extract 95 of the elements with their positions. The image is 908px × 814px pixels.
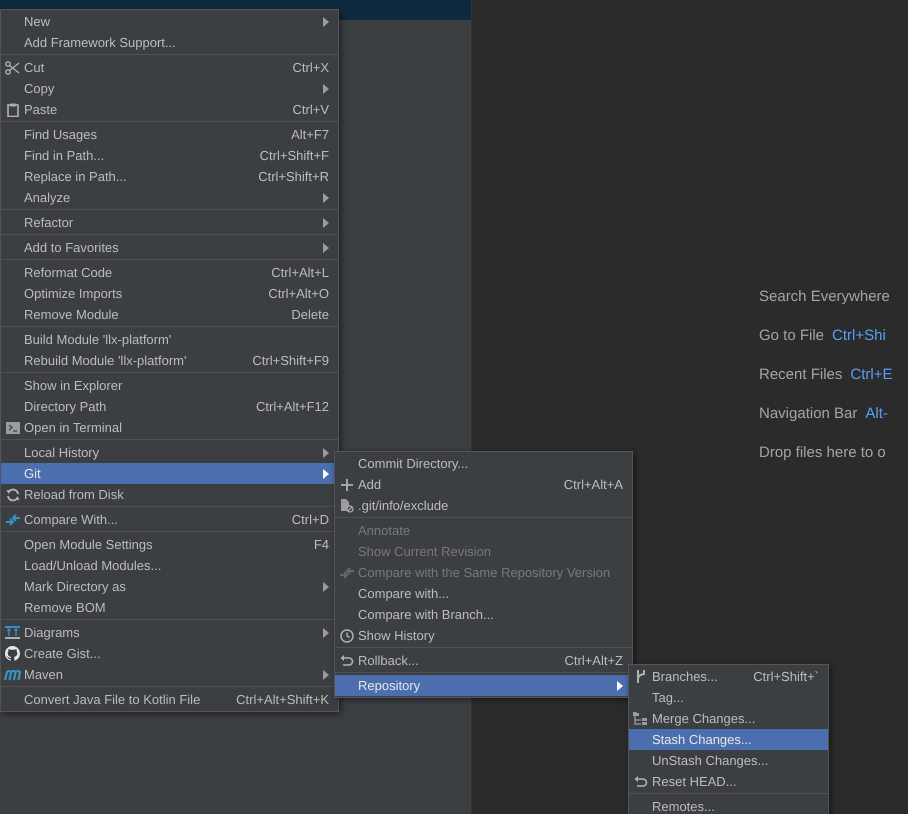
submenu-arrow-icon [323,670,329,680]
menu-item[interactable]: Reset HEAD... [629,771,828,792]
shortcut-text: Delete [291,306,329,324]
shortcut-text: Ctrl+Shift+F9 [252,352,329,370]
shortcut-text: Ctrl+Alt+Z [564,652,623,670]
menu-item[interactable]: Replace in Path... Ctrl+Shift+R [1,166,338,187]
hint-shortcut: Ctrl+E [850,365,892,385]
menu-item[interactable]: Branches... Ctrl+Shift+` [629,666,828,687]
shortcut-text: Ctrl+Shift+R [258,168,329,186]
shortcut-text: Alt+F7 [291,126,329,144]
branch-icon [634,669,646,684]
menu-item[interactable]: Show in Explorer [1,375,338,396]
menu-item[interactable]: Remove BOM [1,597,338,618]
submenu-arrow-icon [617,680,623,690]
menu-item[interactable]: Load/Unload Modules... [1,555,338,576]
menu-item[interactable]: New [1,11,338,32]
shortcut-text: Ctrl+V [292,100,329,119]
menu-item[interactable]: .git/info/exclude [335,495,632,516]
shortcut-text: Ctrl+X [292,58,329,77]
diagram-icon [5,626,20,639]
menu-item[interactable]: Build Module 'llx-platform' [1,329,338,350]
shortcut-text: Ctrl+Alt+L [271,264,329,282]
submenu-arrow-icon [323,582,329,592]
scissors-icon [5,60,20,74]
folder-tree-icon [633,712,648,726]
menu-item[interactable]: Find in Path... Ctrl+Shift+F [1,145,338,166]
compare-arrows-icon [338,566,354,580]
menu-item[interactable]: Tag... [629,687,828,708]
menu-item[interactable]: Reformat Code Ctrl+Alt+L [1,262,338,283]
shortcut-text: Ctrl+Alt+F12 [256,398,329,416]
hint-text: Navigation Bar [759,404,858,424]
menu-item[interactable]: Paste Ctrl+V [1,99,338,120]
menu-item[interactable]: Diagrams [1,622,338,643]
github-cat-icon [5,646,20,661]
menu-item[interactable]: Local History [1,442,338,463]
shortcut-text: Ctrl+Alt+O [268,284,329,303]
menu-item[interactable]: Copy [1,78,338,99]
hint-shortcut: Ctrl+Shi [832,326,886,346]
menu-item[interactable]: Create Gist... [1,643,338,664]
clipboard-icon [6,102,18,116]
terminal-icon [6,422,20,434]
clock-icon [340,628,354,642]
menu-item[interactable]: Compare with... [335,583,632,604]
hint-text: Recent Files [759,365,842,385]
shortcut-text: Ctrl+Alt+A [564,476,623,494]
menu-item[interactable]: Rollback... Ctrl+Alt+Z [335,650,632,671]
undo-arrow-icon [634,775,648,788]
menu-item[interactable]: Rebuild Module 'llx-platform' Ctrl+Shift+F9 [1,350,338,371]
menu-item[interactable]: Show History [335,625,632,646]
menu-item[interactable]: Stash Changes... [629,729,828,750]
menu-item[interactable]: Remotes... [629,796,828,814]
submenu-arrow-icon [323,84,329,94]
menu-item[interactable]: Open Module Settings F4 [1,534,338,555]
hint-text: Search Everywhere [759,287,890,307]
menu-item[interactable]: Merge Changes... [629,708,828,729]
menu-item[interactable]: Add Ctrl+Alt+A [335,474,632,495]
menu-item[interactable]: Add to Favorites [1,237,338,258]
submenu-arrow-icon [323,192,329,202]
menu-item[interactable]: Open in Terminal [1,417,338,438]
menu-item[interactable]: Convert Java File to Kotlin File Ctrl+Alt+Shift+K [1,689,338,710]
menu-item[interactable]: UnStash Changes... [629,750,828,771]
menu-item[interactable]: Mark Directory as [1,576,338,597]
hint-text: Go to File [759,326,824,346]
menu-item[interactable]: Commit Directory... [335,453,632,474]
compare-arrows-icon [4,512,20,526]
hint-shortcut: Alt- [865,404,888,424]
plus-icon [340,478,352,490]
menu-item[interactable]: Find Usages Alt+F7 [1,124,338,145]
submenu-arrow-icon [323,242,329,252]
menu-item[interactable]: Maven [1,664,338,685]
shortcut-text: Ctrl+Shift+F [260,146,329,165]
shortcut-text: Ctrl+Alt+Shift+K [236,690,329,709]
menu-item[interactable]: Compare with Branch... [335,604,632,625]
shortcut-text: F4 [314,536,329,554]
menu-item[interactable]: Directory Path Ctrl+Alt+F12 [1,396,338,417]
submenu-arrow-icon [323,448,329,458]
reload-icon [6,488,20,502]
menu-item[interactable]: Reload from Disk [1,484,338,505]
submenu-arrow-icon [323,468,329,478]
menu-item[interactable]: Refactor [1,212,338,233]
menu-item[interactable]: Optimize Imports Ctrl+Alt+O [1,283,338,304]
file-blocked-icon [340,498,354,513]
undo-arrow-icon [340,654,354,667]
menu-item[interactable]: Analyze [1,187,338,208]
submenu-arrow-icon [323,628,329,638]
submenu-arrow-icon [323,16,329,26]
submenu-arrow-icon [323,218,329,228]
menu-item[interactable]: Compare With... Ctrl+D [1,509,338,530]
menu-item[interactable]: Add Framework Support... [1,32,338,53]
menu-item[interactable]: Cut Ctrl+X [1,57,338,78]
shortcut-text: Ctrl+D [292,510,329,529]
shortcut-text: Ctrl+Shift+` [753,668,819,686]
hint-text: Drop files here to o [759,443,886,463]
maven-m-icon [4,668,21,680]
menu-item[interactable]: Remove Module Delete [1,304,338,325]
